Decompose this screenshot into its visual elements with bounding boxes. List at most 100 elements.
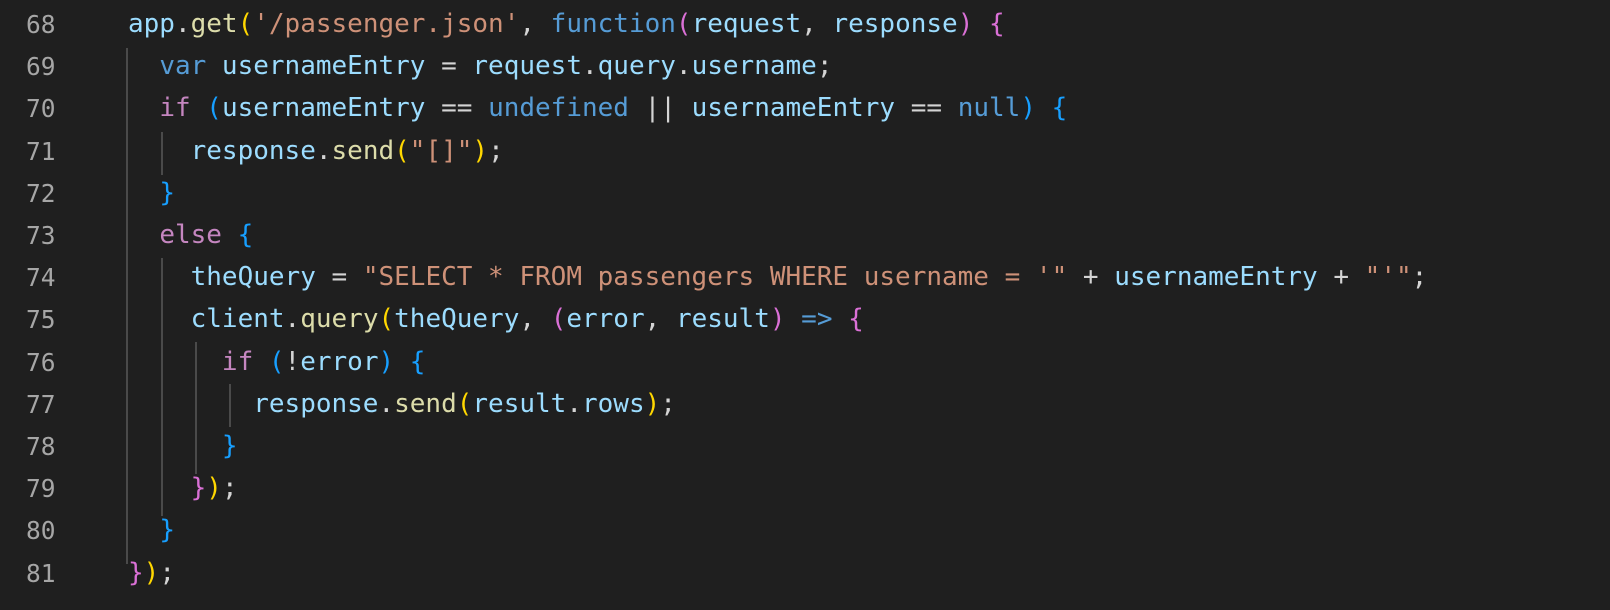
code-token: usernameEntry [1114,262,1318,293]
code-token: ( [268,346,285,377]
code-line[interactable]: 68 app.get('/passenger.json', function(re… [0,3,1610,46]
code-token: "[]" [409,135,473,166]
code-token: query [597,51,676,82]
code-token: ) [472,135,489,166]
code-token: ! [284,346,301,377]
code-token: ( [378,304,395,335]
code-token: ) [378,346,395,377]
code-token: { [1051,93,1068,124]
code-line[interactable]: 70 if (usernameEntry == undefined || use… [0,87,1610,130]
code-line[interactable]: 74 theQuery = "SELECT * FROM passengers … [0,256,1610,299]
code-token: app [128,9,175,39]
code-token: request [691,9,802,39]
code-token: query [300,304,379,335]
code-line[interactable]: 79 }); [0,467,1610,510]
code-token: function [550,9,676,39]
line-code: if (usernameEntry == undefined || userna… [128,87,1067,130]
line-code: if (!error) { [128,341,426,384]
code-token: ( [394,135,410,166]
line-code: } [128,509,175,552]
line-code: else { [128,214,253,257]
code-token: ; [816,51,833,82]
code-line[interactable]: 73 else { [0,214,1610,257]
code-token: ) [206,473,222,504]
code-token: if [221,346,254,377]
line-number: 77 [26,389,56,419]
line-code: }); [128,467,238,510]
code-token: "'" [1364,262,1412,293]
code-line[interactable]: 69 var usernameEntry = request.query.use… [0,45,1610,88]
code-token: ) [1020,93,1036,124]
code-token: . [566,388,582,419]
code-token: client [190,304,285,335]
line-number: 81 [26,558,56,588]
code-token: ( [237,9,254,39]
line-number: 72 [26,178,56,208]
code-token: } [128,557,144,588]
code-token: } [159,177,175,208]
code-token: ( [456,388,473,419]
code-token: "SELECT * FROM passengers WHERE username… [362,262,1068,293]
code-line[interactable]: 76 if (!error) { [0,341,1610,384]
line-number: 75 [26,305,56,335]
line-number: 80 [26,516,56,546]
code-token: = [425,51,473,82]
code-token: rows [581,388,645,419]
code-line[interactable]: 71 response.send("[]"); [0,130,1610,173]
code-token: } [159,515,175,546]
line-number: 71 [26,136,56,166]
code-token: ) [957,9,974,39]
code-line[interactable]: 80 } [0,509,1610,552]
code-token: theQuery [394,304,520,335]
code-token: => [801,304,833,335]
code-token: if [159,93,191,124]
line-code: var usernameEntry = request.query.userna… [128,45,832,88]
code-token: ) [769,304,786,335]
line-code: }); [128,552,175,595]
code-editor[interactable]: 68 app.get('/passenger.json', function(re… [0,0,1610,610]
code-token: } [190,473,207,504]
code-token: '/passenger.json' [253,9,520,39]
code-token: = [315,262,363,293]
code-line[interactable]: 78 } [0,425,1610,468]
code-token: response [190,135,316,166]
line-code: } [128,425,238,468]
code-token: usernameEntry [691,93,896,124]
code-line[interactable]: 77 response.send(result.rows); [0,383,1610,426]
line-number: 74 [26,263,56,293]
line-number: 79 [26,474,56,504]
code-token: var [159,51,207,82]
code-token: . [378,388,395,419]
code-token: == [895,93,958,124]
code-token: send [331,135,395,166]
code-token: ; [660,388,676,419]
code-token: { [237,220,254,250]
code-token: { [848,304,864,335]
line-number: 76 [26,347,56,377]
code-token: usernameEntry [221,93,426,124]
code-token: response [832,9,958,39]
code-token: + [1067,262,1115,293]
code-token: ) [143,557,160,588]
code-token: , [801,9,833,39]
code-line[interactable]: 72 } [0,172,1610,215]
line-code: client.query(theQuery, (error, result) =… [128,298,864,341]
code-line[interactable]: 81}); [0,552,1610,595]
code-line[interactable]: 75 client.query(theQuery, (error, result… [0,298,1610,341]
code-token: == [425,93,489,124]
code-token: , [519,9,551,39]
code-token: { [409,346,426,377]
